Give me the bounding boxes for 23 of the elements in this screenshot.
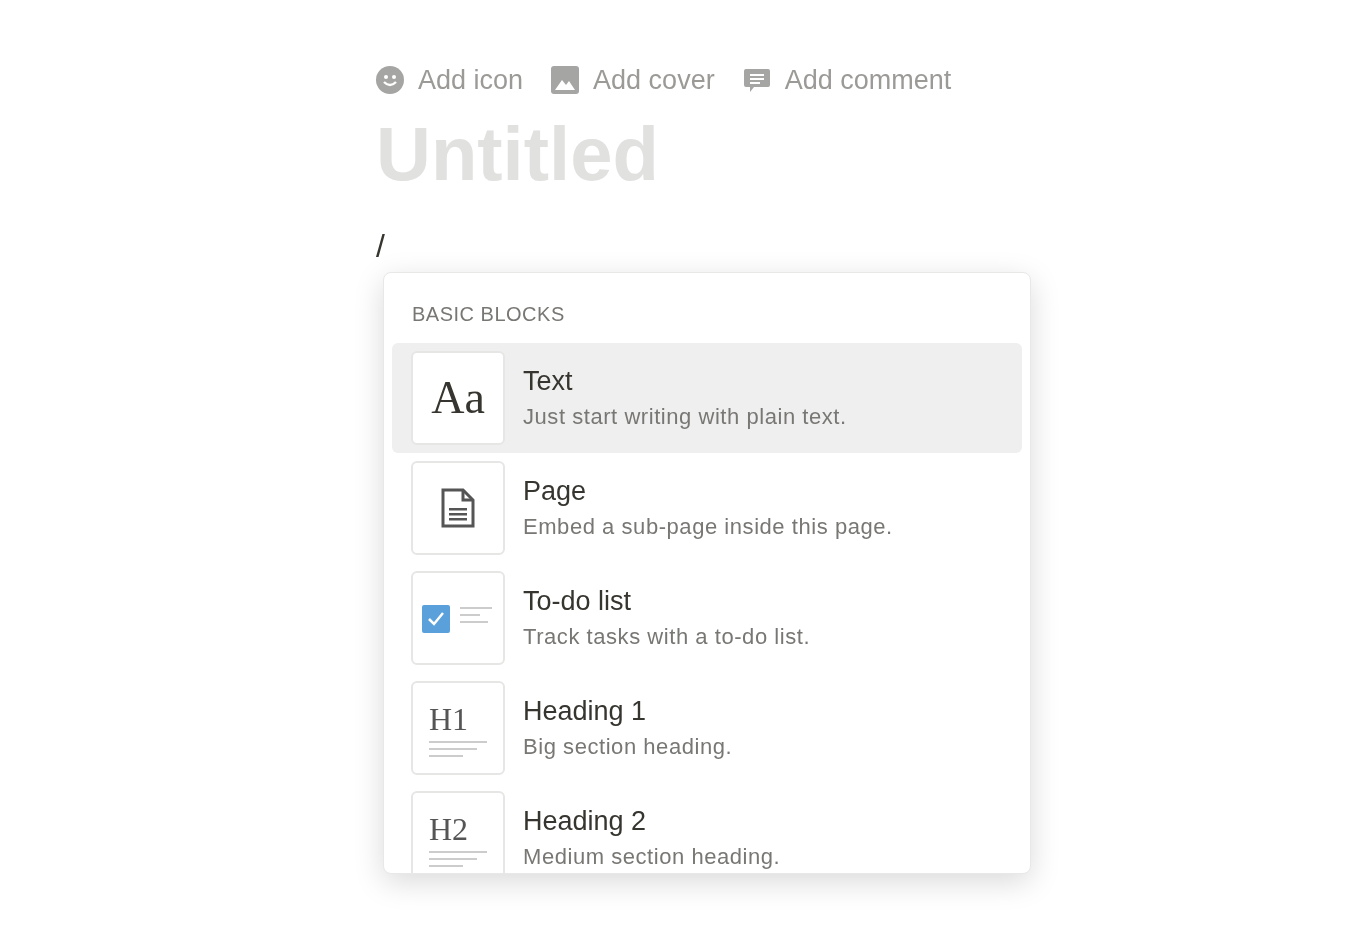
block-description: Big section heading. bbox=[523, 732, 733, 761]
document-icon bbox=[441, 487, 475, 528]
block-title: To-do list bbox=[523, 584, 633, 618]
block-description: Just start writing with plain text. bbox=[523, 402, 847, 431]
section-header: BASIC BLOCKS bbox=[411, 301, 566, 327]
text-lines-icon bbox=[429, 850, 487, 869]
block-title: Heading 2 bbox=[523, 804, 648, 838]
block-description: Track tasks with a to-do list. bbox=[523, 622, 811, 651]
checklist-icon bbox=[422, 602, 494, 633]
heading-glyph: H1 bbox=[429, 702, 469, 735]
block-description: Medium section heading. bbox=[523, 842, 781, 871]
text-lines-icon bbox=[429, 740, 487, 759]
smiley-icon bbox=[376, 66, 404, 94]
heading-glyph: H2 bbox=[429, 812, 469, 845]
block-menu-item[interactable]: Aa Text Just start writing with plain text. bbox=[392, 342, 1022, 453]
image-icon bbox=[551, 66, 580, 94]
comment-icon bbox=[742, 66, 771, 94]
block-description: Embed a sub-page inside this page. bbox=[523, 512, 893, 541]
text-glyph: Aa bbox=[431, 374, 485, 421]
slash-command-text: / bbox=[376, 229, 385, 262]
block-title: Heading 1 bbox=[523, 694, 648, 728]
block-title: Text bbox=[523, 364, 574, 398]
block-title: Page bbox=[523, 474, 588, 508]
